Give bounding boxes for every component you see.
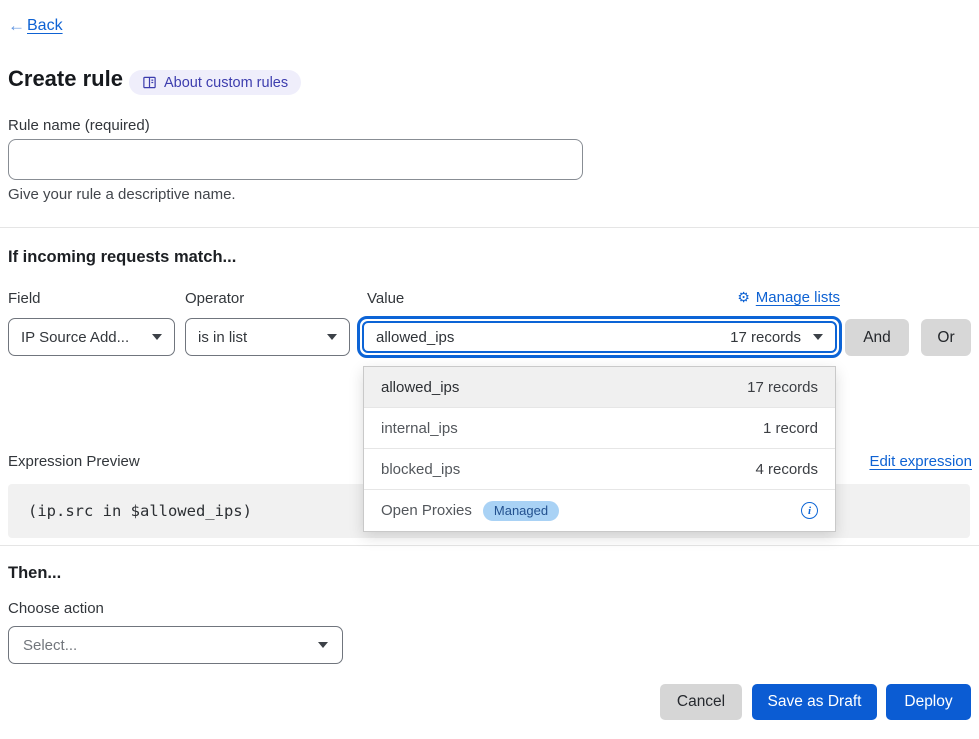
match-section-heading: If incoming requests match... (8, 248, 236, 267)
back-link-label: Back (27, 17, 63, 35)
chevron-down-icon (152, 334, 162, 340)
section-divider (0, 545, 979, 546)
list-item-records: 17 records (747, 379, 818, 396)
choose-action-label: Choose action (8, 600, 104, 617)
list-item-records: 4 records (755, 461, 818, 478)
list-item-blocked-ips[interactable]: blocked_ips 4 records (364, 449, 835, 490)
list-item-internal-ips[interactable]: internal_ips 1 record (364, 408, 835, 449)
operator-label: Operator (185, 290, 244, 307)
or-button[interactable]: Or (921, 319, 971, 356)
about-custom-rules-link[interactable]: About custom rules (129, 70, 301, 95)
gear-icon: ⚙ (737, 289, 750, 306)
and-button[interactable]: And (845, 319, 909, 356)
manage-lists-label: Manage lists (756, 289, 840, 306)
chevron-down-icon (318, 642, 328, 648)
manage-lists-link[interactable]: ⚙ Manage lists (737, 289, 840, 306)
value-select-records: 17 records (730, 329, 801, 346)
value-dropdown-panel: allowed_ips 17 records internal_ips 1 re… (363, 366, 836, 532)
create-rule-page: ← Back Create rule About custom rules Ru… (0, 0, 979, 739)
book-icon (142, 75, 157, 90)
expression-code: (ip.src in $allowed_ips) (8, 502, 252, 520)
back-link[interactable]: ← Back (8, 16, 63, 36)
list-item-records: 1 record (763, 420, 818, 437)
chevron-down-icon (327, 334, 337, 340)
list-item-name: internal_ips (381, 420, 458, 437)
value-label: Value (367, 290, 404, 307)
field-select-value: IP Source Add... (21, 329, 129, 346)
field-select[interactable]: IP Source Add... (8, 318, 175, 356)
rule-name-label: Rule name (required) (8, 117, 150, 134)
value-select[interactable]: allowed_ips 17 records (362, 321, 837, 353)
list-item-name: Open Proxies (381, 502, 472, 519)
operator-select-value: is in list (198, 329, 247, 346)
page-title: Create rule (8, 66, 123, 92)
section-divider (0, 227, 979, 228)
edit-expression-link[interactable]: Edit expression (869, 453, 972, 470)
list-item-open-proxies[interactable]: Open Proxies Managed i (364, 490, 835, 531)
managed-badge: Managed (483, 501, 559, 521)
then-section-heading: Then... (8, 564, 61, 583)
list-item-name: allowed_ips (381, 379, 459, 396)
chevron-down-icon (813, 334, 823, 340)
value-select-focus-ring: allowed_ips 17 records (357, 316, 842, 358)
cancel-button[interactable]: Cancel (660, 684, 742, 720)
deploy-button[interactable]: Deploy (886, 684, 971, 720)
action-select-placeholder: Select... (23, 637, 77, 654)
field-label: Field (8, 290, 41, 307)
action-select[interactable]: Select... (8, 626, 343, 664)
save-as-draft-button[interactable]: Save as Draft (752, 684, 877, 720)
expression-preview-label: Expression Preview (8, 453, 140, 470)
about-custom-rules-label: About custom rules (164, 75, 288, 91)
value-select-selected: allowed_ips (376, 329, 454, 346)
info-icon[interactable]: i (801, 502, 818, 519)
rule-name-input[interactable] (8, 139, 583, 180)
list-item-name: blocked_ips (381, 461, 460, 478)
rule-name-helper-text: Give your rule a descriptive name. (8, 186, 236, 203)
operator-select[interactable]: is in list (185, 318, 350, 356)
back-arrow-icon: ← (8, 16, 25, 36)
list-item-allowed-ips[interactable]: allowed_ips 17 records (364, 367, 835, 408)
